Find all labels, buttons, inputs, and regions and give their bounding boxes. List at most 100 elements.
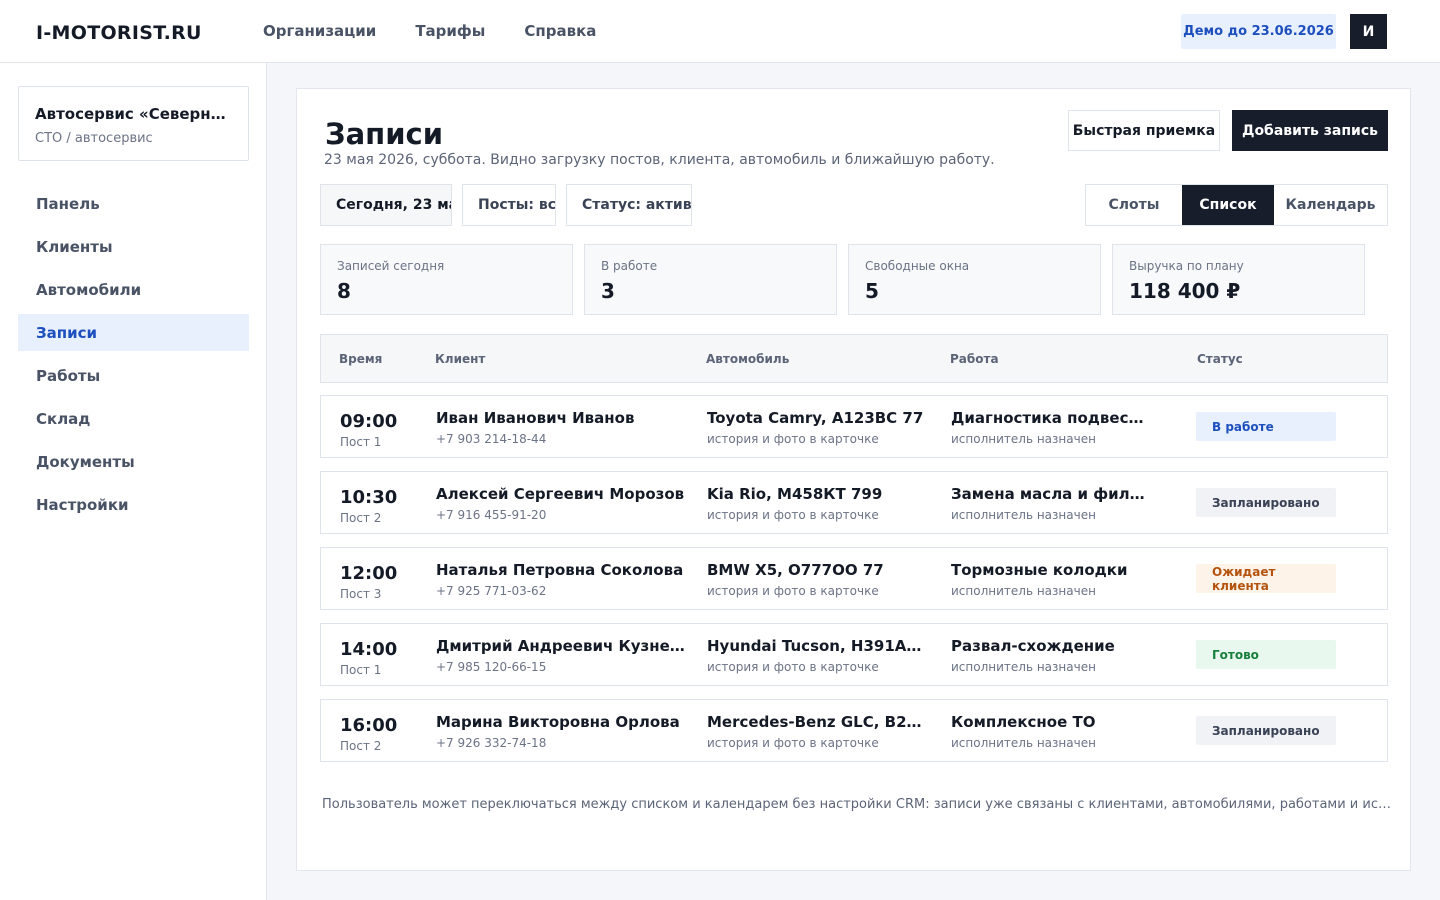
- logo[interactable]: I-MOTORIST.RU: [36, 22, 202, 44]
- sidebar-menu: Панель Клиенты Автомобили Записи Работы …: [18, 185, 249, 529]
- kpi-label: Записей сегодня: [337, 259, 445, 273]
- appointment-time: 12:00: [340, 563, 398, 584]
- sidebar-item-settings[interactable]: Настройки: [18, 486, 249, 523]
- status-badge[interactable]: Запланировано: [1196, 716, 1336, 745]
- work-note: исполнитель назначен: [951, 584, 1096, 598]
- table-row[interactable]: 14:00 Пост 1 Дмитрий Андреевич Кузнецов +7 …: [320, 623, 1388, 686]
- status-badge[interactable]: Ожидает клиента: [1196, 564, 1336, 593]
- kpi-card: В работе 3: [584, 244, 837, 315]
- client-phone: +7 985 120-66-15: [436, 660, 547, 674]
- work-name[interactable]: Комплексное ТО: [951, 713, 1147, 731]
- client-phone: +7 903 214-18-44: [436, 432, 547, 446]
- nav-help[interactable]: Справка: [524, 22, 596, 40]
- car-name[interactable]: BMW X5, О777ОО 77: [707, 561, 925, 579]
- status-badge[interactable]: В работе: [1196, 412, 1336, 441]
- kpi-value: 5: [865, 279, 879, 303]
- appointment-time: 10:30: [340, 487, 398, 508]
- work-name[interactable]: Развал-схождение: [951, 637, 1147, 655]
- client-phone: +7 926 332-74-18: [436, 736, 547, 750]
- client-name[interactable]: Иван Иванович Иванов: [436, 409, 686, 427]
- sidebar-item-documents[interactable]: Документы: [18, 443, 249, 480]
- top-nav: Организации Тарифы Справка: [263, 22, 635, 40]
- table-row[interactable]: 16:00 Пост 2 Марина Викторовна Орлова +7 92…: [320, 699, 1388, 762]
- avatar[interactable]: И: [1350, 14, 1387, 49]
- nav-tariffs[interactable]: Тарифы: [415, 22, 485, 40]
- kpi-card: Выручка по плану 118 400 ₽: [1112, 244, 1365, 315]
- client-name[interactable]: Алексей Сергеевич Морозов: [436, 485, 686, 503]
- status-filter[interactable]: Статус: активные: [566, 184, 692, 226]
- sidebar-item-warehouse[interactable]: Склад: [18, 400, 249, 437]
- kpi-label: Свободные окна: [865, 259, 970, 273]
- appointment-post: Пост 2: [340, 739, 382, 753]
- appointment-post: Пост 1: [340, 663, 382, 677]
- car-name[interactable]: Kia Rio, М458КТ 799: [707, 485, 925, 503]
- client-phone: +7 925 771-03-62: [436, 584, 547, 598]
- org-card[interactable]: Автосервис «Северный» СТО / автосервис: [18, 86, 249, 161]
- table-row[interactable]: 10:30 Пост 2 Алексей Сергеевич Морозов +7 9…: [320, 471, 1388, 534]
- view-slots-tab[interactable]: Слоты: [1086, 185, 1182, 225]
- quick-intake-button[interactable]: Быстрая приемка: [1068, 110, 1220, 151]
- sidebar-item-clients[interactable]: Клиенты: [18, 228, 249, 265]
- table-row[interactable]: 12:00 Пост 3 Наталья Петровна Соколова +7 9…: [320, 547, 1388, 610]
- main-panel: Записи 23 мая 2026, суббота. Видно загру…: [296, 88, 1411, 871]
- org-name: Автосервис «Северный»: [35, 105, 232, 123]
- work-name[interactable]: Диагностика подвески: [951, 409, 1147, 427]
- work-note: исполнитель назначен: [951, 432, 1096, 446]
- car-name[interactable]: Mercedes-Benz GLC, В214ЕК 197: [707, 713, 925, 731]
- view-switcher: Слоты Список Календарь: [1085, 184, 1388, 226]
- car-note: история и фото в карточке: [707, 736, 879, 750]
- demo-badge[interactable]: Демо до 23.06.2026: [1181, 14, 1336, 49]
- column-header-car[interactable]: Автомобиль: [706, 352, 789, 366]
- work-note: исполнитель назначен: [951, 736, 1096, 750]
- sidebar-item-appointments[interactable]: Записи: [18, 314, 249, 351]
- appointment-post: Пост 2: [340, 511, 382, 525]
- top-bar: I-MOTORIST.RU Организации Тарифы Справка…: [0, 0, 1440, 63]
- car-note: история и фото в карточке: [707, 660, 879, 674]
- car-note: история и фото в карточке: [707, 584, 879, 598]
- column-header-work[interactable]: Работа: [950, 352, 999, 366]
- sidebar-item-dashboard[interactable]: Панель: [18, 185, 249, 222]
- client-name[interactable]: Дмитрий Андреевич Кузнецов: [436, 637, 686, 655]
- table-row[interactable]: 09:00 Пост 1 Иван Иванович Иванов +7 903 21…: [320, 395, 1388, 458]
- nav-organizations[interactable]: Организации: [263, 22, 376, 40]
- appointment-post: Пост 3: [340, 587, 382, 601]
- table-header: Время Клиент Автомобиль Работа Статус: [320, 334, 1388, 383]
- work-note: исполнитель назначен: [951, 660, 1096, 674]
- org-type: СТО / автосервис: [35, 131, 153, 146]
- view-list-tab[interactable]: Список: [1182, 185, 1274, 225]
- appointment-time: 09:00: [340, 411, 398, 432]
- appointment-time: 14:00: [340, 639, 398, 660]
- sidebar-item-cars[interactable]: Автомобили: [18, 271, 249, 308]
- kpi-value: 118 400 ₽: [1129, 279, 1241, 303]
- column-header-status[interactable]: Статус: [1197, 352, 1243, 366]
- client-phone: +7 916 455-91-20: [436, 508, 547, 522]
- sidebar-item-works[interactable]: Работы: [18, 357, 249, 394]
- work-name[interactable]: Тормозные колодки: [951, 561, 1147, 579]
- car-note: история и фото в карточке: [707, 508, 879, 522]
- posts-filter[interactable]: Посты: все: [462, 184, 556, 226]
- work-name[interactable]: Замена масла и фильтров: [951, 485, 1147, 503]
- kpi-label: В работе: [601, 259, 658, 273]
- column-header-time[interactable]: Время: [339, 352, 382, 366]
- column-header-client[interactable]: Клиент: [435, 352, 485, 366]
- car-name[interactable]: Hyundai Tucson, Н391АР 50: [707, 637, 925, 655]
- status-badge[interactable]: Готово: [1196, 640, 1336, 669]
- sidebar: Автосервис «Северный» СТО / автосервис П…: [0, 63, 267, 900]
- car-name[interactable]: Toyota Camry, А123ВС 77: [707, 409, 925, 427]
- car-note: история и фото в карточке: [707, 432, 879, 446]
- appointment-time: 16:00: [340, 715, 398, 736]
- appointment-post: Пост 1: [340, 435, 382, 449]
- kpi-value: 3: [601, 279, 615, 303]
- status-badge[interactable]: Запланировано: [1196, 488, 1336, 517]
- date-filter[interactable]: Сегодня, 23 мая: [320, 184, 452, 226]
- kpi-label: Выручка по плану: [1129, 259, 1244, 273]
- footnote: Пользователь может переключаться между с…: [322, 797, 1392, 812]
- kpi-value: 8: [337, 279, 351, 303]
- kpi-card: Записей сегодня 8: [320, 244, 573, 315]
- add-appointment-button[interactable]: Добавить запись: [1232, 110, 1388, 151]
- client-name[interactable]: Марина Викторовна Орлова: [436, 713, 686, 731]
- page-subtitle: 23 мая 2026, суббота. Видно загрузку пос…: [324, 152, 995, 168]
- work-note: исполнитель назначен: [951, 508, 1096, 522]
- client-name[interactable]: Наталья Петровна Соколова: [436, 561, 686, 579]
- view-calendar-tab[interactable]: Календарь: [1274, 185, 1387, 225]
